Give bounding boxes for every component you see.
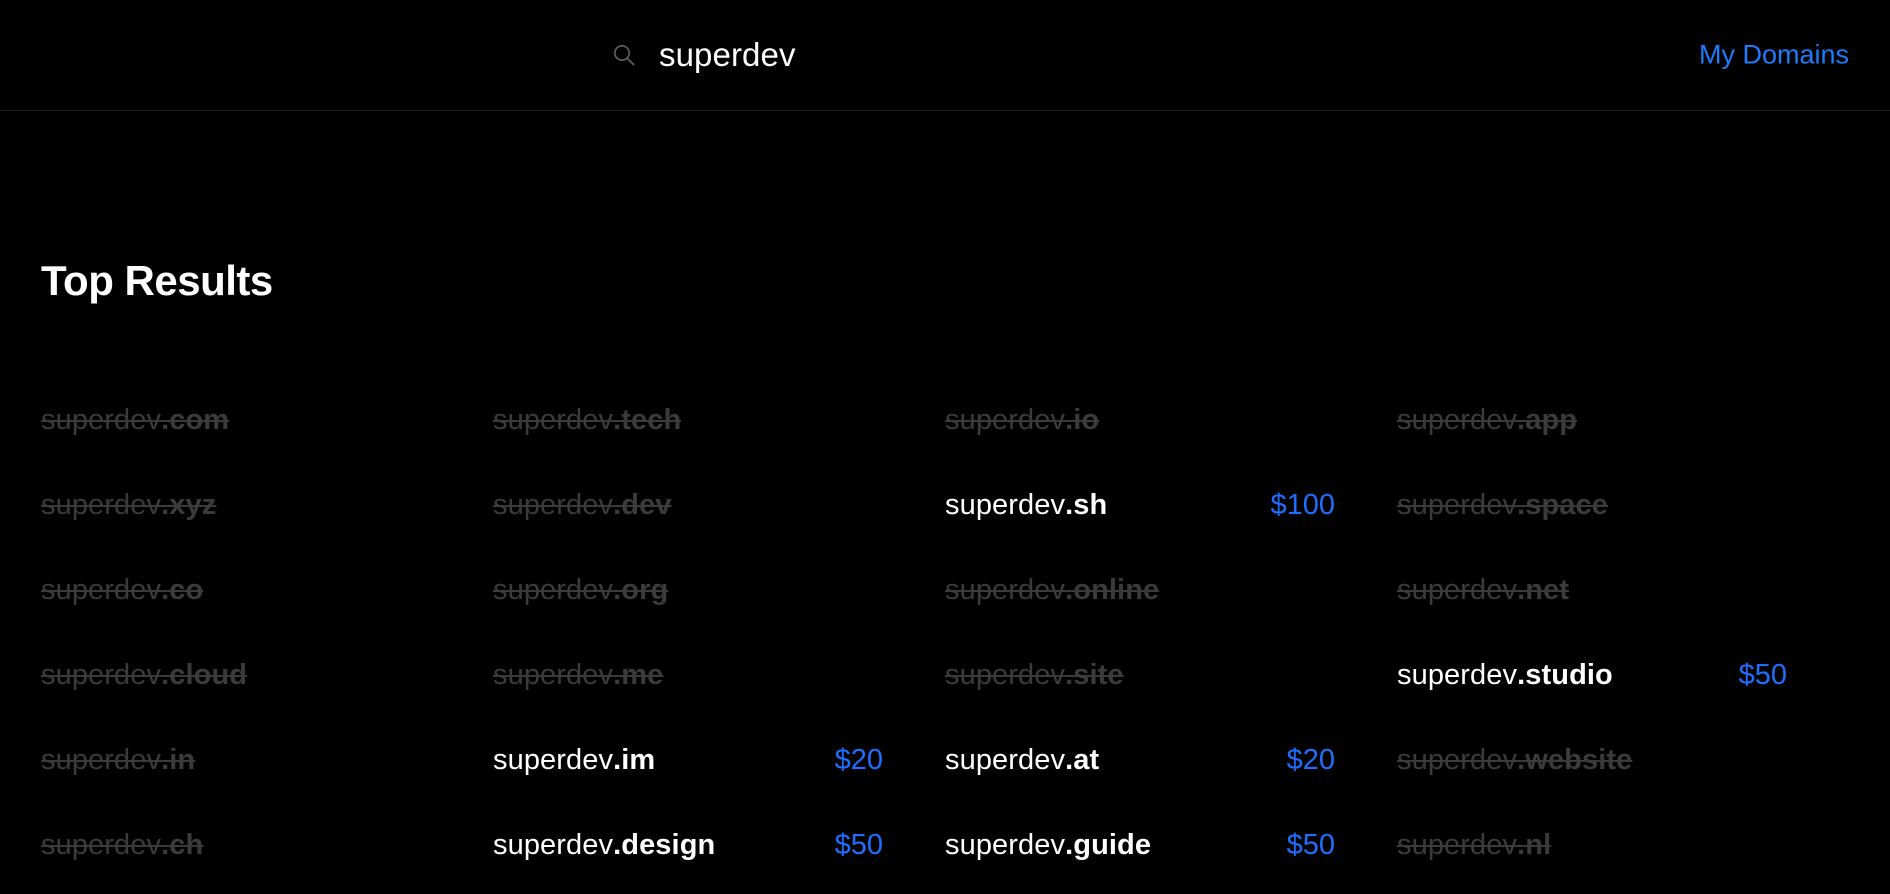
- main-content: Top Results superdev.com superdev.tech sup…: [0, 257, 1890, 888]
- domain-tld: .at: [1065, 744, 1100, 776]
- domain-result-superdev-studio[interactable]: superdev.studio $50: [1397, 633, 1849, 718]
- domain-result-superdev-app: superdev.app: [1397, 378, 1849, 463]
- domain-result-superdev-im[interactable]: superdev.im $20: [493, 718, 945, 803]
- domain-name: superdev.sh: [945, 489, 1108, 521]
- search-icon: [611, 42, 637, 68]
- domain-price: $50: [1286, 829, 1335, 861]
- domain-result-superdev-cloud: superdev.cloud: [41, 633, 493, 718]
- search-input[interactable]: [659, 36, 1219, 74]
- domain-name: superdev.xyz: [41, 489, 217, 521]
- domain-name: superdev.site: [945, 659, 1124, 691]
- domain-name: superdev.nl: [1397, 829, 1552, 861]
- domain-name: superdev.me: [493, 659, 664, 691]
- domain-name: superdev.tech: [493, 404, 682, 436]
- page-title: Top Results: [41, 257, 273, 304]
- domain-result-superdev-sh[interactable]: superdev.sh $100: [945, 463, 1397, 548]
- domain-name: superdev.net: [1397, 574, 1570, 606]
- domain-name: superdev.cloud: [41, 659, 248, 691]
- domain-tld: .ch: [161, 829, 204, 861]
- domain-price: $50: [834, 829, 883, 861]
- domain-name: superdev.app: [1397, 404, 1578, 436]
- domain-tld: .co: [161, 574, 204, 606]
- domain-result-superdev-website: superdev.website: [1397, 718, 1849, 803]
- domain-result-superdev-in: superdev.in: [41, 718, 493, 803]
- domain-tld: .cloud: [161, 659, 248, 691]
- domain-tld: .app: [1517, 404, 1578, 436]
- domain-name: superdev.space: [1397, 489, 1608, 521]
- domain-name: superdev.design: [493, 829, 716, 861]
- domain-tld: .xyz: [161, 489, 217, 521]
- domain-name: superdev.io: [945, 404, 1100, 436]
- domain-result-superdev-tech: superdev.tech: [493, 378, 945, 463]
- search-bar[interactable]: [611, 36, 1219, 74]
- domain-price: $100: [1270, 489, 1335, 521]
- domain-name: superdev.in: [41, 744, 196, 776]
- domain-name: superdev.guide: [945, 829, 1152, 861]
- domain-tld: .studio: [1517, 659, 1613, 691]
- domain-results-grid: superdev.com superdev.tech superdev.io supe…: [41, 378, 1849, 888]
- my-domains-link[interactable]: My Domains: [1699, 40, 1849, 71]
- domain-name: superdev.website: [1397, 744, 1633, 776]
- domain-tld: .website: [1517, 744, 1633, 776]
- app-header: My Domains: [0, 0, 1890, 111]
- domain-tld: .online: [1065, 574, 1160, 606]
- domain-tld: .me: [613, 659, 664, 691]
- domain-result-superdev-net: superdev.net: [1397, 548, 1849, 633]
- domain-tld: .in: [161, 744, 196, 776]
- domain-result-superdev-at[interactable]: superdev.at $20: [945, 718, 1397, 803]
- domain-price: $20: [1286, 744, 1335, 776]
- domain-result-superdev-dev: superdev.dev: [493, 463, 945, 548]
- domain-tld: .sh: [1065, 489, 1108, 521]
- domain-name: superdev.com: [41, 404, 230, 436]
- domain-result-superdev-xyz: superdev.xyz: [41, 463, 493, 548]
- domain-result-superdev-co: superdev.co: [41, 548, 493, 633]
- domain-result-superdev-com: superdev.com: [41, 378, 493, 463]
- domain-name: superdev.im: [493, 744, 656, 776]
- domain-tld: .org: [613, 574, 669, 606]
- domain-result-superdev-ch: superdev.ch: [41, 803, 493, 888]
- domain-tld: .guide: [1065, 829, 1152, 861]
- domain-result-superdev-nl: superdev.nl: [1397, 803, 1849, 888]
- domain-name: superdev.at: [945, 744, 1100, 776]
- domain-tld: .io: [1065, 404, 1100, 436]
- domain-result-superdev-space: superdev.space: [1397, 463, 1849, 548]
- domain-tld: .dev: [613, 489, 672, 521]
- domain-tld: .tech: [613, 404, 682, 436]
- domain-price: $20: [834, 744, 883, 776]
- domain-result-superdev-guide[interactable]: superdev.guide $50: [945, 803, 1397, 888]
- domain-result-superdev-design[interactable]: superdev.design $50: [493, 803, 945, 888]
- domain-price: $50: [1738, 659, 1787, 691]
- domain-result-superdev-online: superdev.online: [945, 548, 1397, 633]
- domain-result-superdev-io: superdev.io: [945, 378, 1397, 463]
- domain-result-superdev-org: superdev.org: [493, 548, 945, 633]
- domain-name: superdev.org: [493, 574, 669, 606]
- domain-name: superdev.co: [41, 574, 204, 606]
- domain-tld: .im: [613, 744, 656, 776]
- domain-result-superdev-site: superdev.site: [945, 633, 1397, 718]
- domain-name: superdev.studio: [1397, 659, 1613, 691]
- domain-result-superdev-me: superdev.me: [493, 633, 945, 718]
- domain-name: superdev.ch: [41, 829, 204, 861]
- domain-tld: .site: [1065, 659, 1124, 691]
- domain-tld: .space: [1517, 489, 1608, 521]
- domain-tld: .com: [161, 404, 230, 436]
- domain-tld: .nl: [1517, 829, 1552, 861]
- domain-name: superdev.online: [945, 574, 1160, 606]
- domain-tld: .net: [1517, 574, 1570, 606]
- domain-tld: .design: [613, 829, 716, 861]
- domain-name: superdev.dev: [493, 489, 672, 521]
